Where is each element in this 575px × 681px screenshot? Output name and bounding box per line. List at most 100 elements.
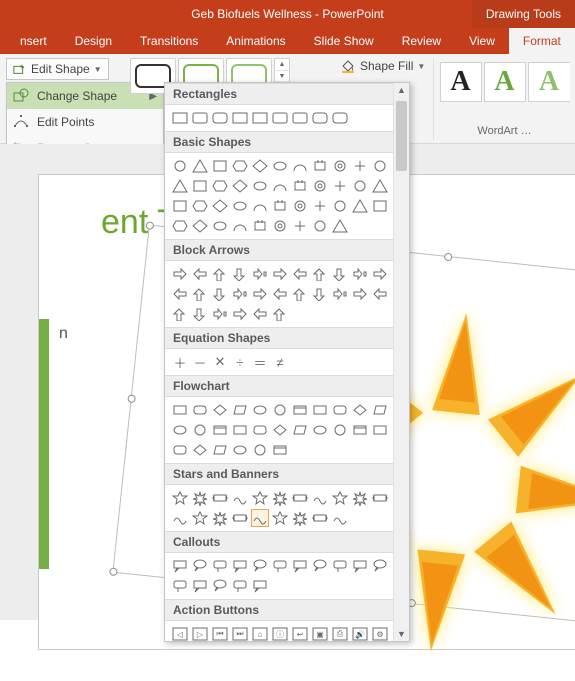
shape-option[interactable] <box>171 305 189 323</box>
shape-option[interactable] <box>311 177 329 195</box>
shape-option[interactable] <box>251 509 269 527</box>
shape-option[interactable] <box>171 509 189 527</box>
shape-option[interactable]: ↩ <box>291 625 309 642</box>
shape-option[interactable] <box>171 577 189 595</box>
shape-option[interactable] <box>371 285 389 303</box>
shape-option[interactable] <box>191 197 209 215</box>
shape-option[interactable] <box>231 157 249 175</box>
shape-option[interactable] <box>211 509 229 527</box>
shape-option[interactable] <box>351 177 369 195</box>
wordart-style-1[interactable]: A <box>440 62 482 102</box>
shape-option[interactable] <box>371 557 389 575</box>
tab-design[interactable]: Design <box>61 28 126 54</box>
shape-option[interactable] <box>311 421 329 439</box>
shape-option[interactable] <box>251 557 269 575</box>
shape-option[interactable] <box>211 441 229 459</box>
shape-option[interactable] <box>271 157 289 175</box>
shape-option[interactable] <box>251 197 269 215</box>
shape-option[interactable] <box>371 177 389 195</box>
shape-option[interactable] <box>331 109 349 127</box>
shape-option[interactable] <box>311 557 329 575</box>
tab-review[interactable]: Review <box>388 28 455 54</box>
shape-option[interactable] <box>211 489 229 507</box>
shape-option[interactable] <box>211 177 229 195</box>
shape-option[interactable] <box>211 197 229 215</box>
shape-option[interactable] <box>191 557 209 575</box>
shape-option[interactable] <box>231 557 249 575</box>
shape-option[interactable] <box>231 577 249 595</box>
tab-insert[interactable]: nsert <box>6 28 61 54</box>
shape-option[interactable] <box>291 509 309 527</box>
shape-option[interactable] <box>291 421 309 439</box>
shape-option[interactable]: ⎙ <box>331 625 349 642</box>
shape-option[interactable] <box>211 421 229 439</box>
resize-handle[interactable] <box>145 221 154 230</box>
shape-option[interactable] <box>191 509 209 527</box>
shape-option[interactable] <box>211 265 229 283</box>
shape-option[interactable] <box>171 197 189 215</box>
shape-option[interactable] <box>311 489 329 507</box>
shape-option[interactable] <box>331 265 349 283</box>
shape-option[interactable] <box>291 265 309 283</box>
shape-option[interactable] <box>191 285 209 303</box>
shape-option[interactable] <box>311 157 329 175</box>
shape-option[interactable] <box>271 441 289 459</box>
shape-option[interactable] <box>251 157 269 175</box>
shape-option[interactable] <box>331 557 349 575</box>
shape-option[interactable] <box>171 401 189 419</box>
shape-option[interactable] <box>351 421 369 439</box>
shape-option[interactable] <box>211 401 229 419</box>
tab-animations[interactable]: Animations <box>212 28 299 54</box>
shape-option[interactable]: ✕ <box>211 353 229 371</box>
shape-option[interactable] <box>171 441 189 459</box>
wordart-style-2[interactable]: A <box>484 62 526 102</box>
shape-option[interactable] <box>171 177 189 195</box>
shape-option[interactable] <box>351 489 369 507</box>
shape-option[interactable] <box>231 421 249 439</box>
resize-handle[interactable] <box>127 394 136 403</box>
shape-option[interactable]: ⌂ <box>251 625 269 642</box>
shape-option[interactable] <box>291 557 309 575</box>
shape-option[interactable] <box>251 305 269 323</box>
shape-option[interactable] <box>351 157 369 175</box>
shape-option[interactable] <box>271 285 289 303</box>
shape-option[interactable] <box>191 421 209 439</box>
shape-option[interactable] <box>171 557 189 575</box>
shape-option[interactable] <box>231 217 249 235</box>
shape-option[interactable] <box>191 177 209 195</box>
shape-option[interactable] <box>171 217 189 235</box>
shape-option[interactable]: ▷ <box>191 625 209 642</box>
shape-option[interactable] <box>371 421 389 439</box>
shape-option[interactable] <box>231 305 249 323</box>
shape-option[interactable] <box>231 177 249 195</box>
shape-option[interactable] <box>191 489 209 507</box>
shape-option[interactable] <box>191 305 209 323</box>
shape-option[interactable] <box>191 217 209 235</box>
shape-option[interactable] <box>211 217 229 235</box>
shape-option[interactable] <box>271 509 289 527</box>
shape-option[interactable] <box>351 285 369 303</box>
shape-option[interactable] <box>231 489 249 507</box>
shape-option[interactable] <box>231 285 249 303</box>
shape-fill-button[interactable]: Shape Fill ▼ <box>340 58 425 74</box>
shape-option[interactable] <box>171 285 189 303</box>
shape-option[interactable]: ÷ <box>231 353 249 371</box>
shape-option[interactable] <box>211 305 229 323</box>
shape-option[interactable] <box>331 197 349 215</box>
shape-option[interactable] <box>331 489 349 507</box>
shape-option[interactable] <box>331 285 349 303</box>
shape-option[interactable] <box>331 177 349 195</box>
tab-transitions[interactable]: Transitions <box>126 28 212 54</box>
shape-option[interactable] <box>371 197 389 215</box>
shape-option[interactable] <box>191 109 209 127</box>
shape-option[interactable] <box>311 265 329 283</box>
shape-option[interactable] <box>351 265 369 283</box>
shape-option[interactable] <box>311 285 329 303</box>
shape-option[interactable]: ⓘ <box>271 625 289 642</box>
shape-option[interactable] <box>231 441 249 459</box>
wordart-style-3[interactable]: A <box>528 62 570 102</box>
shape-option[interactable] <box>311 197 329 215</box>
resize-handle[interactable] <box>109 567 118 576</box>
shape-option[interactable]: ⚙ <box>371 625 389 642</box>
shape-option[interactable] <box>231 401 249 419</box>
